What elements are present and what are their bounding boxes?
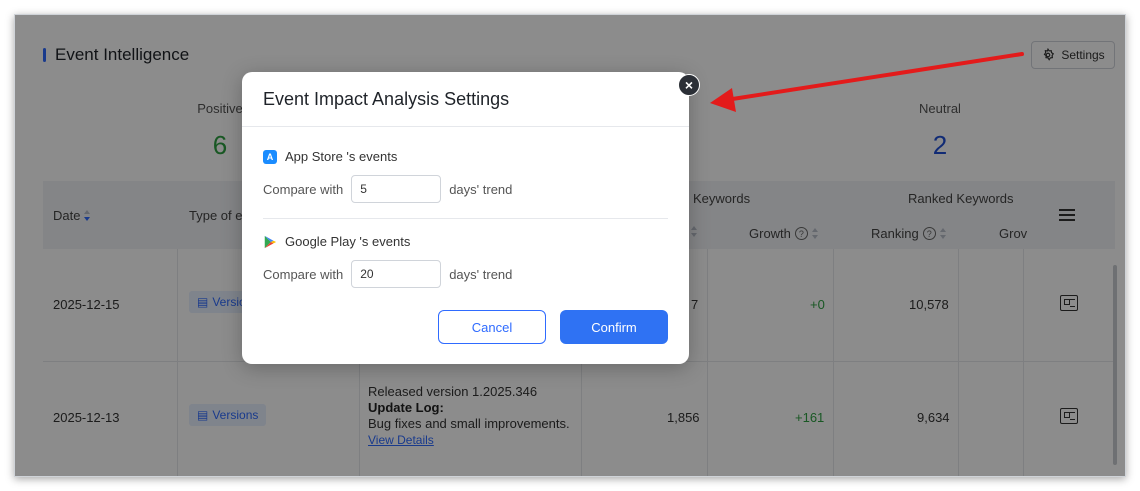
google-play-days-input[interactable]: 20 [351,260,442,288]
close-icon[interactable]: × [678,74,700,96]
app-store-section: A App Store 's events [263,149,397,164]
google-play-compare-row: Compare with 20 days' trend [263,260,512,288]
section-divider [263,218,668,219]
google-play-section: Google Play 's events [263,234,410,249]
confirm-button[interactable]: Confirm [560,310,668,344]
app-store-label: App Store 's events [285,149,398,164]
app-store-days-input[interactable]: 5 [351,175,442,203]
screenshot-frame: Event Intelligence Settings Positive 6 N… [14,14,1126,477]
cancel-button[interactable]: Cancel [438,310,546,344]
app-store-icon: A [263,149,277,164]
days-trend-label: days' trend [449,181,513,197]
google-play-label: Google Play 's events [285,234,411,249]
days-trend-label: days' trend [449,266,513,282]
dialog-divider [242,126,689,127]
dialog-title: Event Impact Analysis Settings [263,89,510,109]
app-store-compare-row: Compare with 5 days' trend [263,175,512,203]
compare-with-label: Compare with [263,181,344,197]
event-impact-settings-dialog: Event Impact Analysis Settings A App Sto… [242,72,689,364]
compare-with-label: Compare with [263,266,344,282]
google-play-icon [264,235,277,248]
